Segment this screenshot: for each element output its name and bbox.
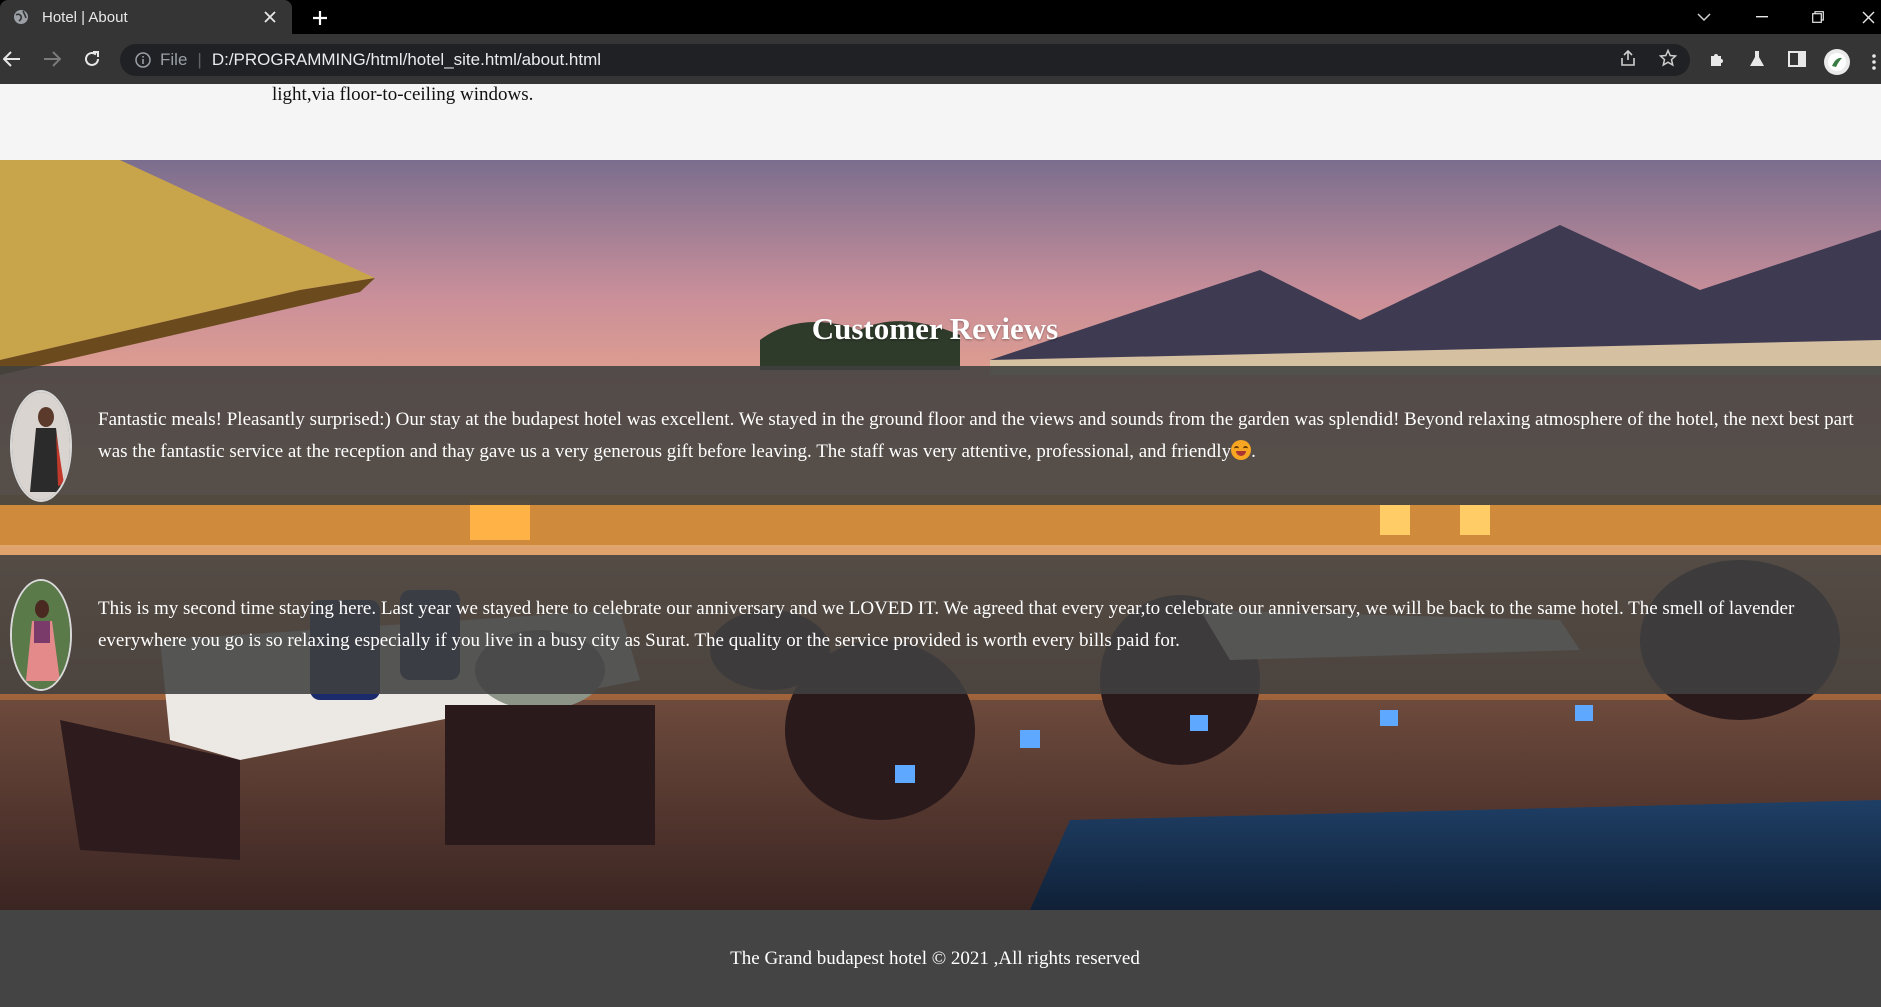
address-bar[interactable]: File | D:/PROGRAMMING/html/hotel_site.ht… [120,44,1690,76]
customer-reviews-section: Customer Reviews Fantastic meals! Pleasa… [0,160,1881,910]
bookmark-star-icon[interactable] [1652,42,1684,74]
globe-icon [12,8,30,26]
close-window-icon[interactable] [1846,0,1881,34]
more-menu-icon[interactable] [1866,48,1881,76]
extensions-puzzle-icon[interactable] [1703,45,1731,73]
tab-title: Hotel | About [42,8,128,26]
reviewer-avatar [10,390,72,502]
site-footer: The Grand budapest hotel © 2021 ,All rig… [0,910,1881,1007]
info-icon[interactable] [134,51,152,69]
minimize-icon[interactable] [1740,0,1784,34]
hotel-terrace-background-image [0,160,1881,910]
reload-icon[interactable] [78,45,106,73]
profile-avatar[interactable] [1824,49,1850,75]
review-card: Fantastic meals! Pleasantly surprised:) … [0,366,1881,505]
smiling-face-emoji-icon [1231,440,1252,460]
browser-tab-active[interactable]: Hotel | About [0,0,292,34]
review-text: Fantastic meals! Pleasantly surprised:) … [98,404,1857,468]
about-text-tail: light,via floor-to-ceiling windows. [272,84,534,105]
url-text[interactable]: D:/PROGRAMMING/html/hotel_site.html/abou… [212,50,601,70]
reviews-heading: Customer Reviews [811,310,1059,346]
tab-strip: Hotel | About [0,0,1881,34]
tab-search-chevron-icon[interactable] [1682,0,1726,34]
side-panel-icon[interactable] [1783,45,1811,73]
review-card: This is my second time staying here. Las… [0,555,1881,694]
reviewer-avatar [10,579,72,691]
footer-copyright: The Grand budapest hotel © 2021 ,All rig… [730,948,1140,969]
back-arrow-icon[interactable] [0,45,26,73]
scheme-separator: | [197,50,202,69]
review-text-body: Fantastic meals! Pleasantly surprised:) … [98,409,1854,462]
scheme-label: File [160,50,188,69]
close-tab-icon[interactable] [256,3,284,31]
page-viewport[interactable]: light,via floor-to-ceiling windows. Cust… [0,84,1881,1007]
labs-flask-icon[interactable] [1743,45,1771,73]
review-text: This is my second time staying here. Las… [98,598,1795,651]
browser-toolbar: File | D:/PROGRAMMING/html/hotel_site.ht… [0,34,1881,84]
restore-window-icon[interactable] [1796,0,1840,34]
forward-arrow-icon[interactable] [38,45,66,73]
new-tab-plus-icon[interactable] [306,4,334,32]
share-icon[interactable] [1612,42,1644,74]
review-text-end: . [1251,441,1256,462]
